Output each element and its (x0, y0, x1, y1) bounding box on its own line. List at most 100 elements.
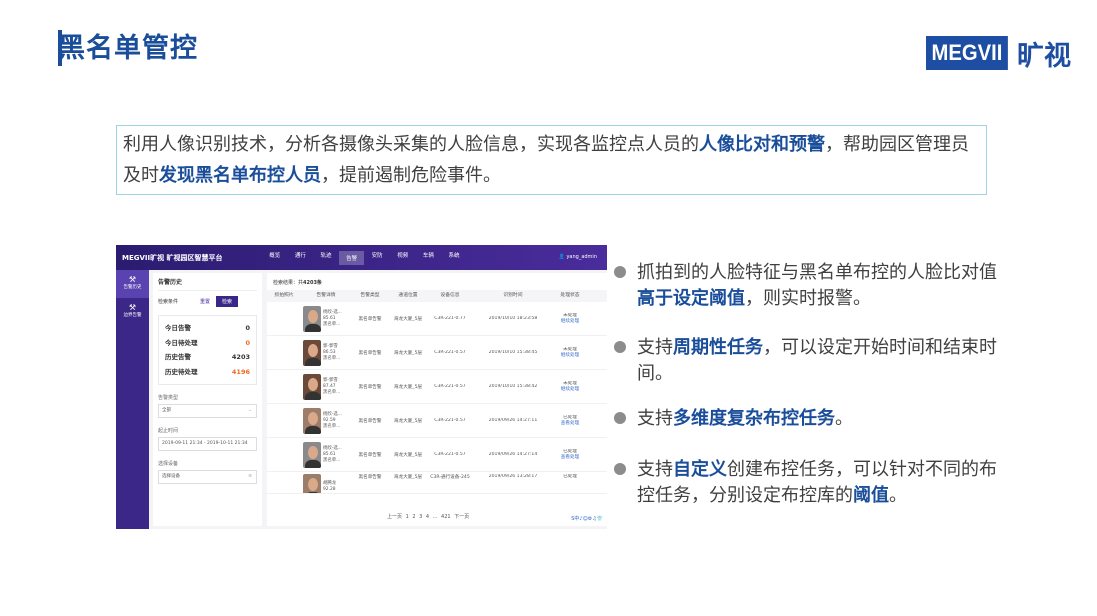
match-score: 86.53 (323, 349, 336, 355)
column-header: 告警详情 (316, 293, 336, 298)
search-button[interactable]: 检索 (216, 296, 239, 307)
stat-value: 0 (245, 338, 250, 347)
recognize-time: 2019/10/10 15:38:45 (488, 350, 538, 355)
detail-text: 郭-郭雪 87.47 黑名单... (323, 378, 349, 396)
stat-value: 4196 (231, 367, 250, 376)
library-photo[interactable] (303, 474, 321, 493)
nav-item[interactable]: 轨迹 (313, 251, 339, 265)
detail-cell: 杨欣-选... 92.59 黑名单... (301, 407, 351, 434)
channel-location: 海龙大厦_5层 (393, 475, 423, 480)
sidenav-alarm-history[interactable]: ⚒ 告警历史 (116, 270, 149, 298)
nav-item-active[interactable]: 告警 (338, 250, 365, 265)
detail-cell: 杨欣-选... 85.61 黑名单... (301, 305, 351, 332)
device-info: C3R-221-0.77 (434, 316, 466, 321)
detail-cell: 郭-郭雪 87.47 黑名单... (301, 373, 351, 400)
feature-text: 支持 (637, 337, 673, 358)
condition-label: 检索条件 (158, 299, 179, 305)
status-action-link[interactable]: 继续处理 (561, 353, 579, 358)
person-name: 杨欣-选... (323, 411, 342, 417)
alarm-type: 黑名单告警 (358, 475, 382, 480)
library-photo[interactable] (303, 407, 321, 434)
library-photo[interactable] (303, 373, 321, 400)
library-photo[interactable] (303, 305, 321, 332)
sidenav-alarm-config[interactable]: ⚒ 边界告警 (116, 298, 149, 326)
person-name: 胡腾龙 (323, 481, 337, 486)
detail-cell: 胡腾龙 92.28 (301, 474, 351, 493)
status-action-link[interactable]: 查看处理 (561, 421, 579, 426)
status-action-link[interactable]: 继续处理 (561, 387, 579, 392)
device-placeholder: 选择设备 (162, 474, 180, 479)
feature-highlight: 周期性任务 (673, 337, 763, 358)
nav-item[interactable]: 视频 (390, 251, 416, 265)
status-cell: 未处理 继续处理 (553, 347, 587, 359)
detail-text: 郭-郭雪 86.53 黑名单... (323, 344, 349, 362)
alarm-type: 黑名单告警 (358, 384, 382, 390)
title-accent-bar (58, 30, 62, 66)
nav-item[interactable]: 安防 (364, 251, 390, 265)
nav-item[interactable]: 系统 (441, 251, 467, 265)
column-header: 通道位置 (398, 293, 418, 298)
status-action-link[interactable]: 查看处理 (561, 455, 579, 460)
device-info: C3R-221-0.57 (434, 350, 466, 355)
detail-cell: 杨欣-选... 85.61 黑名单... (301, 441, 351, 468)
status-cell: 已处理 查看处理 (553, 449, 587, 461)
reset-button[interactable]: 重置 (200, 298, 210, 305)
table-row[interactable]: 郭-郭雪 87.47 黑名单... 黑名单告警 海龙大厦_5层 C3R-221-0.… (267, 370, 607, 404)
feature-item: 支持多维度复杂布控任务。 (614, 406, 853, 432)
match-score: 92.28 (323, 487, 336, 492)
time-label: 起止时间 (158, 428, 179, 434)
nav-item[interactable]: 概览 (262, 251, 288, 265)
detail-text: 杨欣-选... 92.59 黑名单... (323, 412, 349, 430)
stats-card: 今日告警 0 今日待处理 0 历史告警 4203 历史待处理 4196 (158, 315, 257, 385)
table-row[interactable]: 胡腾龙 92.28 黑名单告警 海龙大厦_5层 C3R-通行设备-245 2019… (267, 472, 607, 494)
table-row[interactable]: 郭-郭雪 86.53 黑名单... 黑名单告警 海龙大厦_5层 C3R-221-0.… (267, 336, 607, 370)
status-text: 未处理 (563, 380, 577, 386)
device-select[interactable]: 选择设备 ≡ (158, 470, 257, 484)
person-name: 杨欣-选... (323, 309, 342, 315)
match-score: 85.61 (323, 451, 336, 457)
library-name: 黑名单... (323, 457, 341, 463)
recognize-time: 2019/09/26 14:27:11 (488, 418, 538, 423)
status-cell: 未处理 继续处理 (553, 381, 587, 393)
feature-highlight: 多维度复杂布控任务 (673, 408, 835, 429)
user-menu[interactable]: 👤 yang_admin (559, 254, 597, 260)
feature-item: 支持自定义创建布控任务，可以针对不同的布控任务，分别设定布控库的阈值。 (614, 457, 1014, 509)
pagination[interactable]: 上一页 1 2 3 4 ... 421 下一页 (387, 513, 469, 520)
channel-location: 海龙大厦_5层 (393, 418, 423, 424)
intro-highlight: 人像比对和预警 (699, 134, 825, 155)
nav-item[interactable]: 通行 (288, 251, 314, 265)
nav-item[interactable]: 车辆 (416, 251, 442, 265)
status-cell: 已处理 (553, 474, 587, 480)
library-name: 黑名单... (323, 423, 341, 429)
status-text: 未处理 (563, 312, 577, 318)
result-prefix: 检索结果：共 (273, 280, 304, 286)
sidenav-label: 边界告警 (123, 313, 142, 318)
feature-text: 。 (835, 408, 853, 429)
library-photo[interactable] (303, 441, 321, 468)
stat-value: 4203 (231, 353, 250, 361)
intro-box: 利用人像识别技术，分析各摄像头采集的人脸信息，实现各监控点人员的人像比对和预警 ，… (116, 125, 987, 195)
table-row[interactable]: 杨欣-选... 85.61 黑名单... 黑名单告警 海龙大厦_5层 C3R-221… (267, 438, 607, 472)
alarm-type: 黑名单告警 (358, 316, 382, 322)
time-value: 2019-09-11 21:34 - 2019-10-11 21:34 (162, 441, 248, 446)
alarm-type: 黑名单告警 (358, 418, 382, 424)
status-cell: 已处理 查看处理 (553, 415, 587, 427)
intro-text: 利用人像识别技术，分析各摄像头采集的人脸信息，实现各监控点人员的 (123, 134, 699, 155)
bullet-dot-icon (614, 412, 626, 424)
type-select[interactable]: 全部 ⌄ (158, 404, 257, 418)
feature-text: 支持 (637, 459, 673, 480)
table-row[interactable]: 杨欣-选... 92.59 黑名单... 黑名单告警 海龙大厦_5层 C3R-221… (267, 404, 607, 438)
device-info: C3R-221-0.57 (434, 418, 466, 423)
detail-cell: 郭-郭雪 86.53 黑名单... (301, 339, 351, 366)
status-action-link[interactable]: 继续处理 (561, 319, 579, 324)
slide-title-text: 黑名单管控 (58, 33, 198, 64)
library-photo[interactable] (303, 339, 321, 366)
column-header: 告警类型 (360, 293, 380, 298)
device-info: C3R-221-0.57 (434, 452, 466, 457)
app-screenshot: MEGVII旷视 旷视园区智慧平台 概览 通行 轨迹 告警 安防 视频 车辆 系… (116, 245, 607, 529)
table-row[interactable]: 杨欣-选... 85.61 黑名单... 黑名单告警 海龙大厦_5层 C3R-221… (267, 302, 607, 336)
feature-highlight: 自定义 (673, 459, 727, 480)
bullet-dot-icon (614, 341, 626, 353)
stat-row: 历史待处理 4196 (165, 365, 250, 380)
time-range-input[interactable]: 2019-09-11 21:34 - 2019-10-11 21:34 (158, 437, 257, 451)
